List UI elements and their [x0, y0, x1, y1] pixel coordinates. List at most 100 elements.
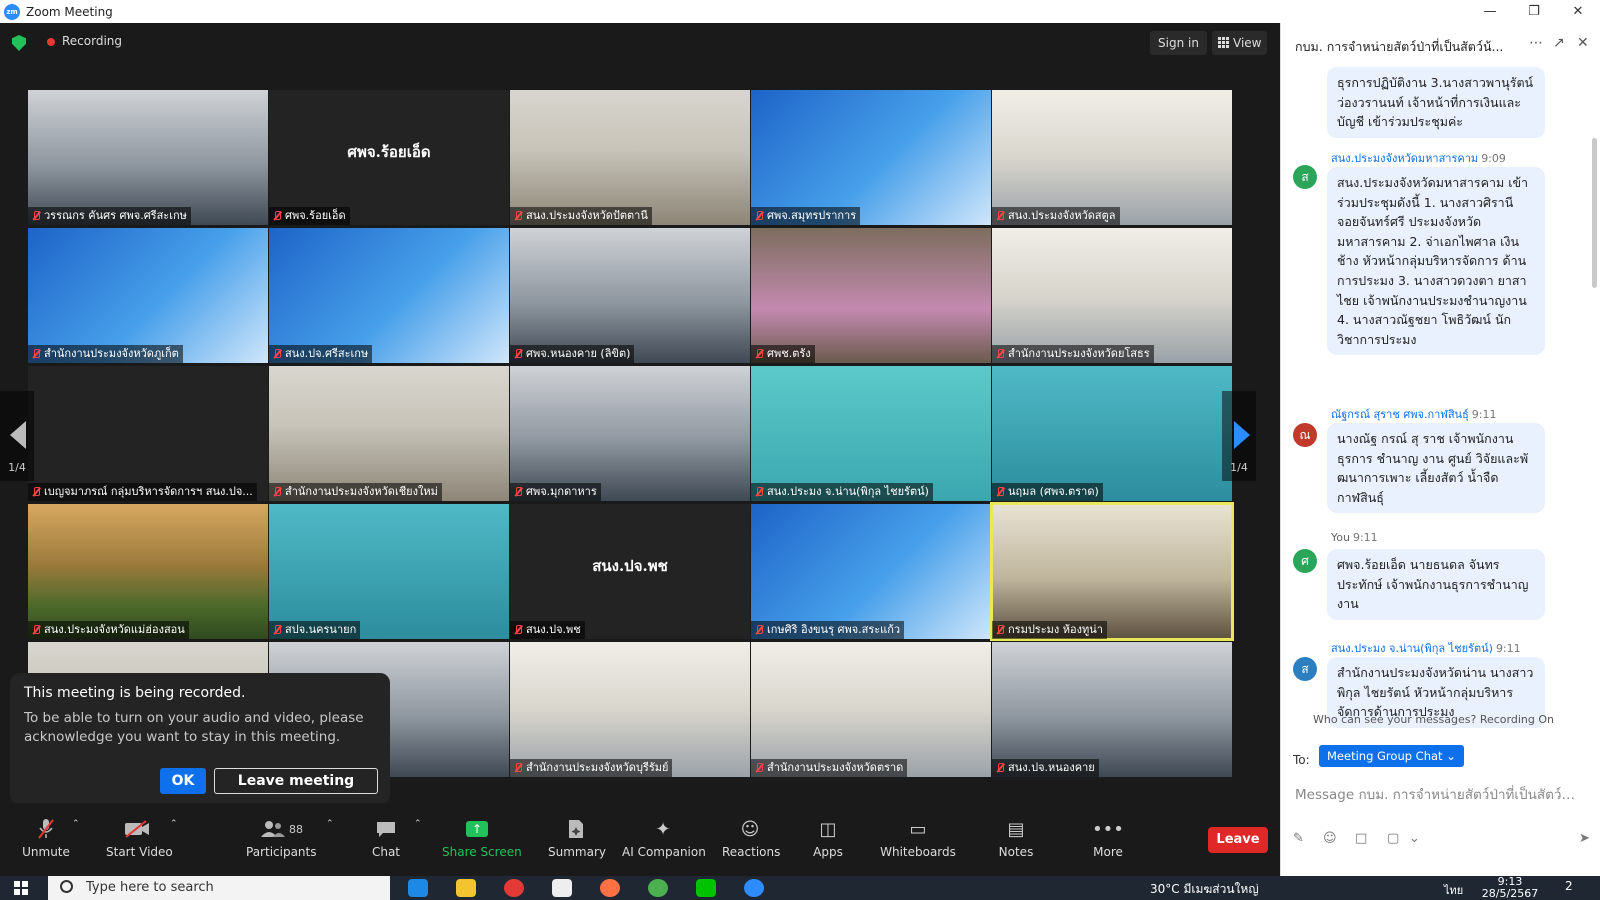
chat-message-input[interactable]: Message กบม. การจำหน่ายสัตว์ป่าที่เป็นสั… [1295, 783, 1589, 805]
leave-button[interactable]: Leave [1208, 827, 1268, 853]
recording-label[interactable]: Recording [62, 34, 122, 48]
mic-muted-icon [514, 763, 522, 773]
video-tile[interactable]: นฤมล (ศพจ.ตราด) [992, 366, 1232, 501]
send-icon[interactable]: ➤ [1579, 831, 1590, 846]
sign-in-button[interactable]: Sign in [1150, 31, 1207, 55]
notes-icon: ▤ [1007, 818, 1025, 840]
chat-messages[interactable]: ธุรการปฏิบัติงาน 3.นางสาวพานุรัตน์ ว่องว… [1281, 67, 1593, 729]
caret-up-icon[interactable]: ⌃ [414, 819, 422, 829]
message-time: 9:11 [1495, 642, 1521, 655]
recipient-dropdown[interactable]: Meeting Group Chat ⌄ [1319, 745, 1464, 767]
ai-companion-button[interactable]: ✦ AI Companion [622, 817, 706, 867]
chevron-down-icon: ⌄ [1446, 749, 1456, 763]
mic-muted-icon [22, 817, 70, 841]
windows-start-icon[interactable] [14, 881, 28, 895]
video-tile[interactable]: กรมประมง ห้องทูน่า [990, 502, 1234, 641]
message-sender[interactable]: สนง.ประมง จ.น่าน(พิกุล ไชยรัตน์) 9:11 [1331, 639, 1521, 657]
apps-button[interactable]: ◫ Apps [812, 817, 844, 867]
participant-name: สำนักงานประมงจังหวัดเชียงใหม่ [285, 485, 438, 498]
video-tile[interactable]: ศพจ.หนองคาย (ลิขิต) [510, 228, 750, 363]
share-screen-button[interactable]: ↑ Share Screen [442, 817, 522, 867]
taskbar-search[interactable]: Type here to search [48, 876, 390, 900]
file-icon[interactable]: □ [1355, 831, 1367, 846]
chevron-down-icon[interactable]: ⌄ [1409, 831, 1420, 846]
video-tile[interactable]: สำนักงานประมงจังหวัดตราด [751, 642, 991, 777]
zoom-app-icon[interactable] [744, 879, 764, 897]
firefox-icon[interactable] [600, 879, 620, 897]
message-sender[interactable]: You 9:11 [1331, 531, 1378, 544]
message-sender[interactable]: ณัฐกรณ์ สุราช ศพจ.กาฬสินธุ์ 9:11 [1331, 405, 1497, 423]
video-tile[interactable]: ศพจ.ร้อยเอ็ด ศพจ.ร้อยเอ็ด [269, 90, 509, 225]
caret-up-icon[interactable]: ⌃ [326, 819, 334, 829]
taskbar-clock[interactable]: 9:13 28/5/2567 [1480, 876, 1540, 900]
notes-button[interactable]: ▤ Notes [998, 817, 1034, 867]
minimize-button[interactable]: — [1468, 0, 1512, 23]
video-tile[interactable]: เกษศิริ อิงขนรุ ศพจ.สระแก้ว [751, 504, 991, 639]
video-tile[interactable]: เบญจมาภรณ์ กลุ่มบริหารจัดการฯ สนง.ปจ... [28, 366, 268, 501]
video-tile[interactable]: สำนักงานประมงจังหวัดภูเก็ต [28, 228, 268, 363]
video-tile[interactable]: สนง.ประมงจังหวัดปัตตานี [510, 90, 750, 225]
next-page-button[interactable]: 1/4 [1222, 391, 1256, 481]
participant-name-label: ศพจ.หนองคาย (ลิขิต) [510, 345, 635, 363]
unmute-button[interactable]: Unmute ⌃ [22, 817, 80, 867]
more-options-icon[interactable]: ⋯ [1529, 35, 1543, 51]
caret-up-icon[interactable]: ⌃ [72, 819, 80, 829]
message-time: 9:11 [1352, 531, 1378, 544]
chat-label: Chat [371, 845, 401, 859]
chat-scrollbar[interactable] [1592, 138, 1597, 288]
video-tile[interactable]: วรรณกร คันศร ศพจ.ศรีสะเกษ [28, 90, 268, 225]
maximize-button[interactable]: ❐ [1512, 0, 1556, 23]
ok-button[interactable]: OK [160, 768, 206, 794]
video-tile[interactable]: สำนักงานประมงจังหวัดยโสธร [992, 228, 1232, 363]
whiteboards-button[interactable]: ▭ Whiteboards [880, 817, 956, 867]
prev-page-button[interactable]: 1/4 [0, 391, 34, 481]
participants-count: 88 [289, 822, 303, 836]
notification-center-icon[interactable]: 2 [1565, 879, 1573, 893]
video-tile[interactable]: สปจ.นครนายก [269, 504, 509, 639]
caret-up-icon[interactable]: ⌃ [170, 819, 178, 829]
chrome-icon[interactable] [648, 879, 668, 897]
edge-icon[interactable] [408, 879, 428, 897]
line-app-icon[interactable] [696, 879, 716, 897]
start-video-label: Start Video [106, 845, 173, 859]
more-button[interactable]: ••• More [1090, 817, 1126, 867]
video-tile[interactable]: สนง.ประมงจังหวัดแม่ฮ่องสอน [28, 504, 268, 639]
video-tile[interactable]: สนง.ปจ.ศรีสะเกษ [269, 228, 509, 363]
document-icon[interactable] [552, 879, 572, 897]
close-window-button[interactable]: ✕ [1556, 0, 1600, 23]
video-tile[interactable]: สนง.ปจ.หนองคาย [992, 642, 1232, 777]
input-language[interactable]: ไทย [1444, 881, 1463, 899]
screenshot-icon[interactable]: ▢ [1387, 831, 1399, 846]
tile-display-name: ศพจ.ร้อยเอ็ด [347, 143, 431, 161]
opera-icon[interactable] [504, 879, 524, 897]
recipient-value: Meeting Group Chat [1327, 749, 1443, 763]
leave-meeting-button[interactable]: Leave meeting [214, 768, 378, 794]
video-tile[interactable]: สำนักงานประมงจังหวัดเชียงใหม่ [269, 366, 509, 501]
video-tile[interactable]: ศพช.ตรัง [751, 228, 991, 363]
reactions-button[interactable]: ☺ Reactions [722, 817, 780, 867]
video-tile[interactable]: ศพจ.สมุทรปราการ [751, 90, 991, 225]
participant-name-label: สำนักงานประมงจังหวัดตราด [751, 759, 908, 777]
video-tile[interactable]: สำนักงานประมงจังหวัดบุรีรัมย์ [510, 642, 750, 777]
meeting-toolbar: Unmute ⌃ Start Video ⌃ 88 Participants ⌃… [0, 803, 1280, 876]
participant-name: สนง.ประมงจังหวัดแม่ฮ่องสอน [44, 623, 185, 636]
message-sender[interactable]: สนง.ประมงจังหวัดมหาสารคาม 9:09 [1331, 149, 1506, 167]
who-can-see-link[interactable]: Who can see your messages? Recording On [1313, 713, 1554, 726]
file-explorer-icon[interactable] [456, 879, 476, 897]
video-tile[interactable]: สนง.ประมงจังหวัดสตูล [992, 90, 1232, 225]
participant-name: ศพจ.สมุทรปราการ [767, 209, 857, 222]
start-video-button[interactable]: Start Video ⌃ [106, 817, 178, 867]
emoji-icon[interactable]: ☺ [1323, 831, 1337, 846]
pop-out-icon[interactable]: ↗ [1553, 35, 1565, 51]
summary-button[interactable]: Summary [548, 817, 606, 867]
security-shield-icon[interactable] [12, 35, 26, 51]
video-tile[interactable]: สนง.ประมง จ.น่าน(พิกุล ไชยรัตน์) [751, 366, 991, 501]
weather-widget[interactable]: 30°C มีเมฆส่วนใหญ่ [1150, 880, 1259, 899]
chat-button[interactable]: Chat ⌃ [370, 817, 422, 867]
participants-button[interactable]: 88 Participants ⌃ [246, 817, 334, 867]
close-chat-icon[interactable]: ✕ [1577, 35, 1589, 51]
format-icon[interactable]: ✎ [1293, 831, 1304, 846]
video-tile[interactable]: สนง.ปจ.พช สนง.ปจ.พช [510, 504, 750, 639]
view-button[interactable]: View [1212, 31, 1268, 55]
video-tile[interactable]: ศพจ.มุกดาหาร [510, 366, 750, 501]
